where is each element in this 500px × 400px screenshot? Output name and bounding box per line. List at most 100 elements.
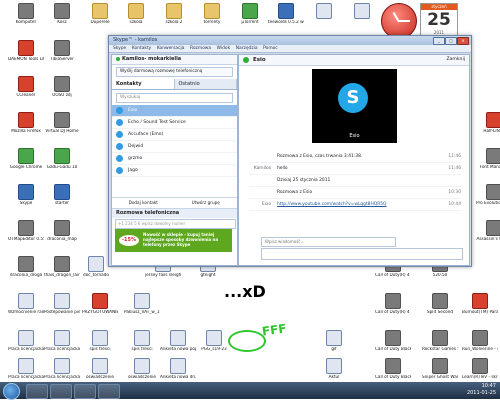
title-bar[interactable]: Skype™ - kamilos _ □ × xyxy=(109,36,471,45)
desktop-icon[interactable]: TibiaServer xyxy=(44,40,80,62)
desktop-icon[interactable]: spis tresci xyxy=(124,330,160,352)
desktop-icon[interactable]: Split Second xyxy=(422,293,458,315)
desktop-icon[interactable]: Komputer xyxy=(8,3,44,25)
menu-narzedzia[interactable]: Narzędzia xyxy=(236,45,258,52)
desktop-icon[interactable]: PRZYGOTOWANIE DO OBRONY xyxy=(82,293,118,315)
tab-recent[interactable]: Ostatnio xyxy=(174,79,237,89)
contact-item[interactable]: Jago xyxy=(112,165,237,177)
phone-number-input[interactable]: +1 234 5 6 wpisz dowolny numer xyxy=(115,219,236,229)
desktop-icon[interactable]: Virtual DJ Home xyxy=(44,112,80,134)
desktop-icon[interactable]: Ankieta nowa poprawiona xyxy=(160,330,196,352)
desktop-icon-label: Assassin's Creed xyxy=(476,237,500,241)
desktop-icon[interactable]: Duperele xyxy=(82,3,118,25)
clock-gadget[interactable] xyxy=(381,3,417,39)
video-feed[interactable]: S Esio xyxy=(312,69,397,143)
desktop-icon[interactable]: thais_dragon_lair2 xyxy=(44,256,80,278)
desktop-icon-label: Aktul xyxy=(328,375,340,379)
promo-banner[interactable]: -15% Nowość w sklepie - kupuj taniej naj… xyxy=(115,229,232,252)
desktop-icon[interactable]: spis tresci xyxy=(82,330,118,352)
desktop-icon[interactable]: OTMapEditor 0.55... xyxy=(8,220,44,242)
taskbar-explorer[interactable] xyxy=(50,384,72,399)
message-input[interactable] xyxy=(261,248,463,260)
add-contact-button[interactable]: Dodaj kontakt xyxy=(112,198,175,208)
desktop-icon[interactable]: szkola 2 xyxy=(156,3,192,25)
free-call-button[interactable]: Wyślij darmową rozmowę telefoniczną xyxy=(116,67,233,77)
desktop-icon[interactable]: Run_Wolverine - skrot xyxy=(462,330,498,352)
user-status[interactable]: Kamilos- mokarkiella xyxy=(112,55,237,65)
desktop-icon[interactable]: torrenty xyxy=(194,3,230,25)
desktop-icon[interactable]: Aktul xyxy=(316,358,352,380)
desktop-icon[interactable]: Pro Evolution Soccer xyxy=(476,184,500,206)
desktop-icon[interactable] xyxy=(306,3,342,20)
taskbar-skype[interactable] xyxy=(98,384,120,399)
desktop-icon[interactable]: gif xyxy=(316,330,352,352)
desktop-icon[interactable]: Postepowanie pielegniarskie xyxy=(44,293,80,315)
desktop-icon[interactable]: Mozilla Firefox xyxy=(8,112,44,134)
desktop-icon[interactable]: Kosz xyxy=(44,3,80,25)
desktop-icon[interactable]: CCleaner xyxy=(8,76,44,98)
menu-widok[interactable]: Widok xyxy=(217,45,230,52)
desktop-icon[interactable]: Call of Duty Black Ops - Multiplayer xyxy=(375,358,411,380)
menu-konwersacja[interactable]: Konwersacja xyxy=(157,45,185,52)
desktop-icon[interactable]: draconia_droga xyxy=(8,256,44,278)
promo-text: Nowość w sklepie - kupuj taniej najlepsz… xyxy=(143,232,219,247)
desktop-icon[interactable]: Half-Life 2 xyxy=(476,112,500,134)
desktop-icon[interactable]: UOSU zdj xyxy=(44,76,80,98)
contact-name: Dejwid xyxy=(128,144,144,149)
desktop-icon[interactable]: Rockstar Games Social Club xyxy=(422,330,458,352)
contact-item[interactable]: Esio xyxy=(112,105,237,117)
menu-pomoc[interactable]: Pomoc xyxy=(263,45,278,52)
menu-skype[interactable]: Skype xyxy=(113,45,126,52)
desktop-icon[interactable]: DAEMON Tools Lite xyxy=(8,40,44,62)
desktop-icon[interactable]: Praca licencjacka (12) xyxy=(44,330,80,352)
desktop-icon[interactable]: Burnout(TM) Paradise The Ultim... xyxy=(462,293,498,315)
menu-kontakty[interactable]: Kontakty xyxy=(132,45,151,52)
start-button[interactable] xyxy=(3,383,20,400)
desktop-icon[interactable]: µTorrent xyxy=(232,3,268,25)
taskbar-ie[interactable] xyxy=(26,384,48,399)
desktop-icon[interactable]: Pakiusz_VAT_w_10... xyxy=(124,293,160,315)
desktop-icon[interactable]: Font Manager xyxy=(476,148,500,170)
desktop-icon[interactable]: szkola xyxy=(118,3,154,25)
contact-item[interactable]: grzmo xyxy=(112,153,237,165)
maximize-button[interactable]: □ xyxy=(445,37,457,45)
file-icon xyxy=(316,3,332,19)
desktop-icon[interactable]: Wzmocnienie ramienie wewnatrz czasto... xyxy=(8,293,44,315)
contact-search-input[interactable]: Wyszukaj xyxy=(116,93,233,103)
menu-rozmowa[interactable]: Rozmowa xyxy=(190,45,211,52)
desktop-icon[interactable]: Learn(R)TeV - skrot xyxy=(462,358,498,380)
desktop-icon[interactable]: Call of Duty(R) 4 - Modern Warfare(TM... xyxy=(375,293,411,315)
contact-item[interactable]: Accuface (Emo) xyxy=(112,129,237,141)
contact-item[interactable]: Echo / Sound Test Service xyxy=(112,117,237,129)
desktop-icon[interactable]: draconia_map xyxy=(44,220,80,242)
desktop-icon[interactable]: teewolds 0.5.2 wo... xyxy=(268,3,304,25)
desktop-icon-label: jersey fails sleigh xyxy=(145,273,181,277)
link-preview-field[interactable]: Wpisz wiadomość... xyxy=(261,237,396,247)
desktop-icon[interactable]: Praca licencjacka (7) xyxy=(44,358,80,380)
desktop-icon[interactable]: Praca licencjacka (13) xyxy=(8,358,44,380)
minimize-button[interactable]: _ xyxy=(433,37,445,45)
desktop-icon[interactable]: Call of Duty Black Ops xyxy=(375,330,411,352)
close-chat-button[interactable]: Zamknij xyxy=(446,55,465,65)
system-tray[interactable]: 10:47 2011-01-25 xyxy=(467,383,496,397)
desktop-icon-label: Call of Duty Black Ops - Multiplayer xyxy=(375,375,411,379)
tab-contacts[interactable]: Kontakty xyxy=(112,79,175,89)
file-icon xyxy=(18,76,34,92)
desktop-icon[interactable]: Skype xyxy=(8,184,44,206)
desktop-icon[interactable]: Praca licencjacka (11) xyxy=(8,330,44,352)
desktop-icon[interactable]: starter xyxy=(44,184,80,206)
desktop-icon[interactable]: Sniper Ghost Warrior xyxy=(422,358,458,380)
desktop-icon[interactable]: Google Chrome xyxy=(8,148,44,170)
contact-item[interactable]: Dejwid xyxy=(112,141,237,153)
close-button[interactable]: × xyxy=(457,37,469,45)
taskbar-media[interactable] xyxy=(74,384,96,399)
desktop-icon[interactable] xyxy=(344,3,380,20)
message-link[interactable]: http://www.youtube.com/watch?v=wLqgt8HQR… xyxy=(277,199,387,210)
desktop-icon[interactable]: oswiadczenie xyxy=(82,358,118,380)
desktop-icon[interactable]: Assassin's Creed xyxy=(476,220,500,242)
desktop-icon[interactable]: PGG_s19-23 xyxy=(196,330,232,352)
desktop-icon[interactable]: Ankieta nowa druga wersja xyxy=(160,358,196,380)
create-group-button[interactable]: Utwórz grupę xyxy=(175,198,238,208)
desktop-icon[interactable]: Gadu-Gadu 10 xyxy=(44,148,80,170)
desktop-icon[interactable]: oswiadczenie xyxy=(124,358,160,380)
